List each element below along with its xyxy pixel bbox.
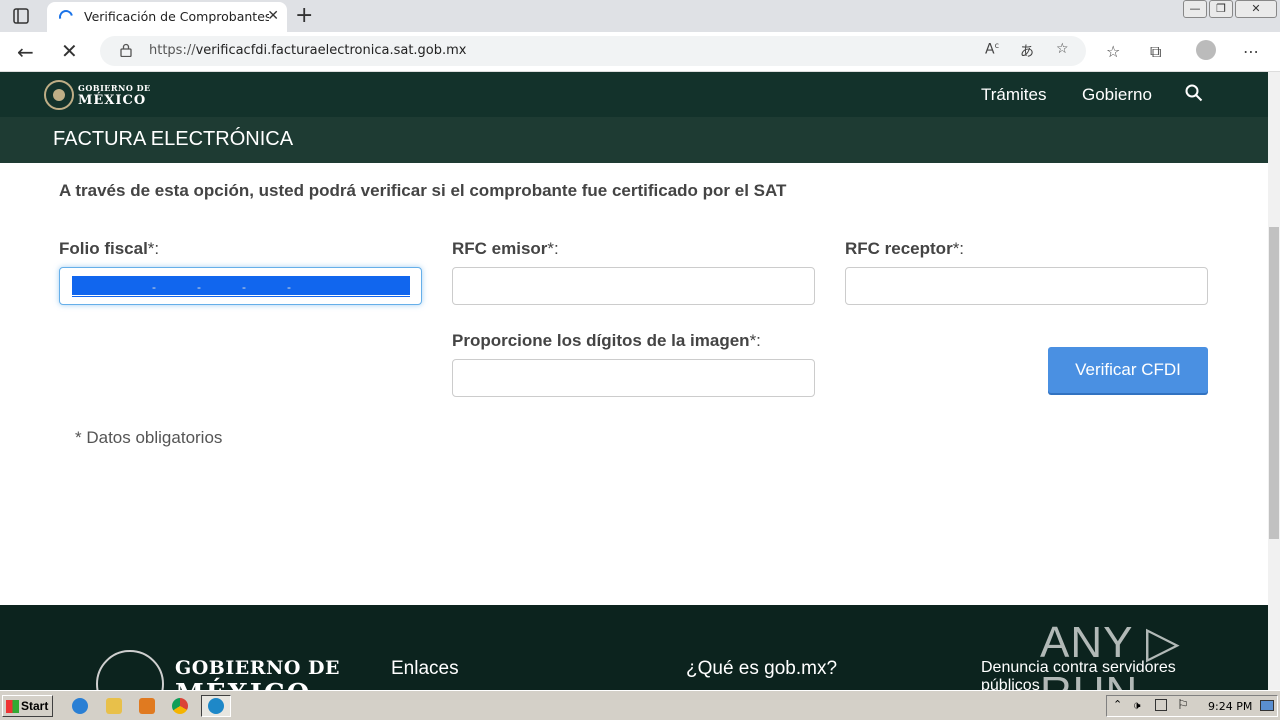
- collections-icon[interactable]: ⧉: [1150, 42, 1161, 62]
- edge-taskbar-button[interactable]: [201, 695, 231, 717]
- captcha-input[interactable]: [452, 359, 815, 397]
- stop-loading-icon[interactable]: ✕: [61, 39, 78, 63]
- verify-cfdi-button[interactable]: Verificar CFDI: [1048, 347, 1208, 393]
- edge-icon: [208, 698, 224, 714]
- media-player-icon[interactable]: [139, 698, 155, 714]
- footer: GOBIERNO DE MÉXICO Enlaces ¿Qué es gob.m…: [0, 605, 1268, 690]
- search-icon[interactable]: [1185, 84, 1203, 102]
- section-title: FACTURA ELECTRÓNICA: [53, 128, 294, 150]
- minimize-button[interactable]: —: [1183, 0, 1207, 18]
- footer-logo-line1: GOBIERNO DE: [175, 657, 340, 679]
- more-menu-icon[interactable]: ⋯: [1243, 42, 1259, 61]
- rfc-receptor-input[interactable]: [845, 267, 1208, 305]
- taskbar: Start ⌃ 🕩 ⚐: [0, 690, 1280, 720]
- lock-icon[interactable]: [120, 43, 132, 57]
- new-tab-button[interactable]: +: [295, 3, 313, 28]
- show-desktop-icon[interactable]: [1260, 700, 1274, 711]
- folio-fiscal-input[interactable]: - - - -: [59, 267, 422, 305]
- folder-icon[interactable]: [106, 698, 122, 714]
- read-aloud-icon[interactable]: Aⅽ: [985, 41, 999, 58]
- browser-tab[interactable]: Verificación de Comprobantes Fi ✕: [47, 2, 287, 32]
- start-button[interactable]: Start: [2, 695, 53, 717]
- watermark: ANY ▷ RUN: [1040, 618, 1181, 690]
- footer-que-es: ¿Qué es gob.mx?: [686, 658, 838, 679]
- favorites-icon[interactable]: ☆: [1106, 42, 1120, 61]
- rfc-emisor-input[interactable]: [452, 267, 815, 305]
- scrollbar-thumb[interactable]: [1269, 227, 1279, 539]
- translate-icon[interactable]: あ: [1020, 41, 1034, 61]
- close-tab-icon[interactable]: ✕: [267, 8, 279, 24]
- url-text[interactable]: https://verificacfdi.facturaelectronica.…: [149, 43, 467, 58]
- folio-label: Folio fiscal*:: [59, 239, 160, 258]
- back-arrow-icon[interactable]: ←: [17, 40, 34, 64]
- windows-logo-icon: [6, 700, 19, 713]
- gov-logo-line2[interactable]: MÉXICO: [78, 93, 146, 108]
- required-note: * Datos obligatorios: [75, 428, 223, 447]
- rfc-receptor-label: RFC receptor*:: [845, 239, 965, 258]
- nav-tramites[interactable]: Trámites: [981, 85, 1047, 105]
- chrome-icon[interactable]: [172, 698, 188, 714]
- flag-icon[interactable]: ⚐: [1177, 697, 1189, 713]
- clock: 9:24 PM: [1208, 700, 1253, 713]
- profile-avatar-icon[interactable]: [1196, 40, 1216, 60]
- captcha-label: Proporcione los dígitos de la imagen*:: [452, 331, 761, 350]
- gov-emblem-icon[interactable]: [44, 80, 74, 110]
- gov-header: GOBIERNO DE MÉXICO Trámites Gobierno: [0, 72, 1268, 117]
- restore-button[interactable]: ❐: [1209, 0, 1233, 18]
- nav-gobierno[interactable]: Gobierno: [1082, 85, 1152, 105]
- volume-icon[interactable]: 🕩: [1133, 698, 1141, 713]
- footer-emblem-icon: [96, 650, 164, 690]
- tab-actions-icon[interactable]: [12, 7, 30, 25]
- form-intro: A través de esta opción, usted podrá ver…: [59, 181, 787, 200]
- tray-expand-icon[interactable]: ⌃: [1113, 698, 1122, 711]
- footer-enlaces: Enlaces: [391, 658, 459, 679]
- close-window-button[interactable]: ✕: [1235, 0, 1277, 18]
- selected-text: - - - -: [72, 276, 410, 295]
- loading-icon: [56, 7, 76, 27]
- network-icon[interactable]: [1155, 699, 1167, 711]
- tab-title: Verificación de Comprobantes Fi: [84, 9, 269, 24]
- browser-tab-bar: Verificación de Comprobantes Fi ✕ + — ❐ …: [0, 0, 1280, 32]
- address-bar-row: ← ✕ https://verificacfdi.facturaelectron…: [0, 32, 1280, 72]
- rfc-emisor-label: RFC emisor*:: [452, 239, 559, 258]
- ie-icon[interactable]: [72, 698, 88, 714]
- add-favorite-icon[interactable]: ☆: [1056, 41, 1069, 57]
- gov-logo-line1[interactable]: GOBIERNO DE: [78, 83, 151, 93]
- address-bar[interactable]: https://verificacfdi.facturaelectronica.…: [100, 36, 1086, 66]
- section-header: FACTURA ELECTRÓNICA: [0, 117, 1268, 163]
- footer-logo-line2: MÉXICO: [175, 679, 311, 690]
